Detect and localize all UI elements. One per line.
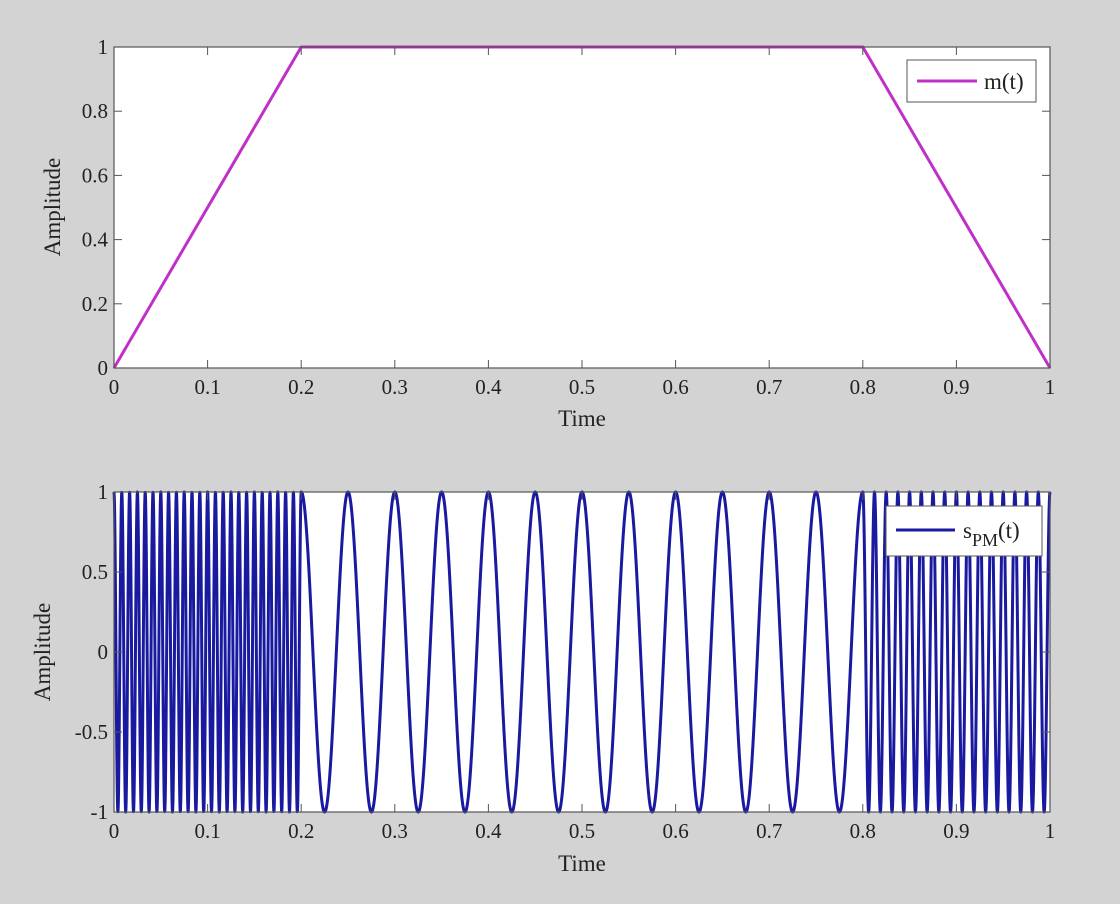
x-tick-label: 0.3 (382, 375, 408, 399)
x-tick-label: 0 (109, 375, 120, 399)
y-tick-label: 0.4 (82, 228, 109, 252)
x-tick-label: 0.2 (288, 375, 314, 399)
y-tick-label: -0.5 (75, 720, 108, 744)
x-tick-label: 0.8 (850, 375, 876, 399)
plot-bottom-legend: sPM(t) (885, 505, 1043, 557)
y-tick-label: 0 (98, 356, 109, 380)
x-tick-label: 0.8 (850, 819, 876, 843)
x-tick-label: 0.2 (288, 819, 314, 843)
x-tick-label: 0.1 (194, 819, 220, 843)
y-tick-label: -1 (91, 800, 109, 824)
x-tick-label: 0.3 (382, 819, 408, 843)
y-tick-label: 1 (98, 480, 109, 504)
x-tick-label: 0.1 (194, 375, 220, 399)
plot-bottom-x-axis-label: Time (558, 851, 606, 876)
plot-bottom-legend-label-base: s (963, 518, 972, 543)
x-tick-label: 0.5 (569, 375, 595, 399)
y-tick-label: 0.2 (82, 292, 108, 316)
plot-bottom-legend-label-subscript: PM (972, 530, 998, 550)
y-tick-label: 0 (98, 640, 109, 664)
plot-top-legend-label: m(t) (984, 69, 1024, 94)
y-tick-label: 0.6 (82, 163, 108, 187)
y-tick-label: 0.5 (82, 560, 108, 584)
x-tick-label: 0.9 (943, 375, 969, 399)
x-tick-label: 0.6 (662, 375, 688, 399)
x-tick-label: 0.5 (569, 819, 595, 843)
y-tick-label: 0.8 (82, 99, 108, 123)
plot-top-x-axis-label: Time (558, 406, 606, 431)
x-tick-label: 1 (1045, 819, 1056, 843)
x-tick-label: 0.4 (475, 819, 502, 843)
x-tick-label: 0.6 (662, 819, 688, 843)
y-tick-label: 1 (98, 35, 109, 59)
x-tick-label: 0.9 (943, 819, 969, 843)
x-tick-label: 0.4 (475, 375, 502, 399)
x-tick-label: 0 (109, 819, 120, 843)
x-tick-label: 0.7 (756, 819, 782, 843)
figure: 0 0.1 0.2 0.3 0.4 0.5 0.6 0.7 0.8 0.9 1 0 0.2 0.4 0.6… (0, 0, 1120, 904)
plot-top-legend: m(t) (906, 59, 1037, 103)
plot-bottom-y-axis-label: Amplitude (30, 603, 55, 701)
x-tick-label: 0.7 (756, 375, 782, 399)
plot-bottom-legend-label-suffix: (t) (998, 518, 1020, 543)
plot-top-y-axis-label: Amplitude (40, 158, 65, 256)
x-tick-label: 1 (1045, 375, 1056, 399)
